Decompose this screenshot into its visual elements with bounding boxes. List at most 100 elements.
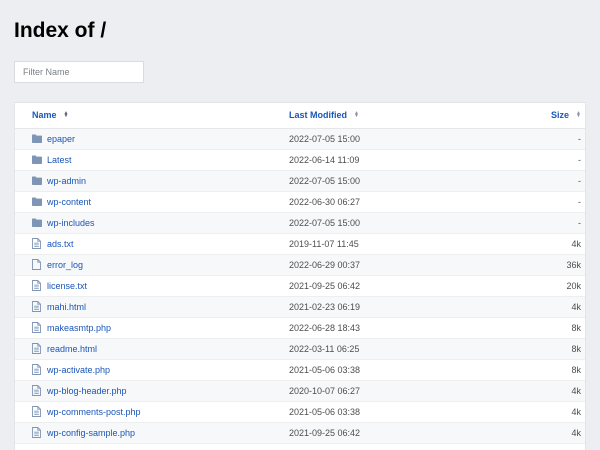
- text-file-icon: [32, 427, 42, 439]
- folder-icon: [32, 196, 42, 208]
- last-modified-cell: 2022-06-28 18:43: [289, 317, 529, 339]
- size-cell: 4k: [529, 380, 585, 402]
- size-cell: 8k: [529, 338, 585, 360]
- folder-link[interactable]: wp-admin: [47, 176, 86, 186]
- folder-icon: [32, 217, 42, 229]
- text-file-icon: [32, 343, 42, 355]
- name-cell: mahi.html: [15, 296, 289, 318]
- page: Index of / Name ▲▼ Last Modified ▲▼: [0, 0, 600, 450]
- size-cell: 4k: [529, 422, 585, 444]
- table-row: makeasmtp.php 2022-06-28 18:43 8k: [15, 317, 585, 339]
- file-link[interactable]: wp-blog-header.php: [47, 386, 127, 396]
- column-header-size[interactable]: Size ▲ ▼: [529, 103, 585, 129]
- text-file-icon: [32, 238, 42, 250]
- file-link[interactable]: wp-config-sample.php: [47, 428, 135, 438]
- size-cell: 20k: [529, 275, 585, 297]
- sort-icon: ▲ ▼: [576, 110, 581, 120]
- file-link[interactable]: ads.txt: [47, 239, 74, 249]
- name-cell: wp-includes: [15, 212, 289, 234]
- folder-link[interactable]: wp-content: [47, 197, 91, 207]
- size-cell: -: [529, 170, 585, 192]
- table-row: wp-comments-post.php 2021-05-06 03:38 4k: [15, 401, 585, 423]
- last-modified-cell: 2021-02-23 06:19: [289, 296, 529, 318]
- name-cell: epaper: [15, 128, 289, 150]
- column-header-last-modified[interactable]: Last Modified ▲ ▼: [289, 103, 529, 129]
- text-file-icon: [32, 322, 42, 334]
- column-header-name-label: Name: [32, 110, 57, 121]
- name-cell: license.txt: [15, 275, 289, 297]
- file-link[interactable]: readme.html: [47, 344, 97, 354]
- page-title: Index of /: [14, 19, 107, 42]
- folder-link[interactable]: Latest: [47, 155, 72, 165]
- table-row: wp-content 2022-06-30 06:27-: [15, 191, 585, 213]
- column-header-name[interactable]: Name ▲ ▼: [15, 103, 289, 129]
- folder-icon: [32, 133, 42, 145]
- size-cell: 4k: [529, 296, 585, 318]
- table-row: Latest 2022-06-14 11:09-: [15, 149, 585, 171]
- folder-link[interactable]: epaper: [47, 134, 75, 144]
- size-cell: 8k: [529, 359, 585, 381]
- text-file-icon: [32, 385, 42, 397]
- table-row: error_log 2022-06-29 00:37 36k: [15, 254, 585, 276]
- last-modified-cell: 2022-06-29 00:37: [289, 254, 529, 276]
- table-row: wp-blog-header.php 2020-10-07 06:27 4k: [15, 380, 585, 402]
- file-link[interactable]: mahi.html: [47, 302, 86, 312]
- name-cell: ads.txt: [15, 233, 289, 255]
- last-modified-cell: 2022-06-30 06:27: [289, 191, 529, 213]
- text-file-icon: [32, 406, 42, 418]
- file-icon: [32, 259, 42, 271]
- last-modified-cell: 2022-07-05 15:00: [289, 170, 529, 192]
- table-row: wp-config-sample.php 2021-09-25 06:42 4k: [15, 422, 585, 444]
- sort-icon: ▲ ▼: [63, 110, 69, 120]
- last-modified-cell: 2020-10-07 06:27: [289, 380, 529, 402]
- size-cell: -: [529, 128, 585, 150]
- text-file-icon: [32, 364, 42, 376]
- last-modified-cell: 2022-03-11 06:25: [289, 338, 529, 360]
- file-link[interactable]: makeasmtp.php: [47, 323, 111, 333]
- name-cell: makeasmtp.php: [15, 317, 289, 339]
- sort-icon: ▲ ▼: [354, 110, 359, 120]
- last-modified-cell: 2022-07-05 15:00: [289, 212, 529, 234]
- file-link[interactable]: error_log: [47, 260, 83, 270]
- last-modified-cell: 2022-06-14 11:09: [289, 149, 529, 171]
- size-cell: 4k: [529, 401, 585, 423]
- filter-name-input[interactable]: [14, 61, 144, 83]
- column-header-size-label: Size: [551, 110, 570, 121]
- name-cell: error_log: [15, 254, 289, 276]
- size-cell: -: [529, 191, 585, 213]
- name-cell: Latest: [15, 149, 289, 171]
- table-row: mahi.html 2021-02-23 06:19 4k: [15, 296, 585, 318]
- folder-link[interactable]: wp-includes: [47, 218, 95, 228]
- table-row: wp-includes 2022-07-05 15:00-: [15, 212, 585, 234]
- table-row: readme.html 2022-03-11 06:25 8k: [15, 338, 585, 360]
- last-modified-cell: 2019-11-07 11:45: [289, 233, 529, 255]
- last-modified-cell: 2022-07-05 15:00: [289, 128, 529, 150]
- table-row: ads.txt 2019-11-07 11:45 4k: [15, 233, 585, 255]
- size-cell: 36k: [529, 254, 585, 276]
- table-row: license.txt 2021-09-25 06:42 20k: [15, 275, 585, 297]
- size-cell: -: [529, 212, 585, 234]
- name-cell: wp-blog-header.php: [15, 380, 289, 402]
- name-cell: wp-config-sample.php: [15, 422, 289, 444]
- name-cell: wp-admin: [15, 170, 289, 192]
- name-cell: wp-content: [15, 191, 289, 213]
- last-modified-cell: 2021-09-25 06:42: [289, 275, 529, 297]
- last-modified-cell: 2021-09-25 06:42: [289, 422, 529, 444]
- size-cell: 8k: [529, 317, 585, 339]
- name-cell: readme.html: [15, 338, 289, 360]
- column-header-last-modified-label: Last Modified: [289, 110, 347, 121]
- last-modified-cell: 2021-05-06 03:38: [289, 359, 529, 381]
- text-file-icon: [32, 301, 42, 313]
- last-modified-cell: 2021-05-06 03:38: [289, 401, 529, 423]
- table-row: wp-admin 2022-07-05 15:00-: [15, 170, 585, 192]
- table-header-row: Name ▲ ▼ Last Modified ▲ ▼ Size ▲ ▼: [15, 103, 585, 129]
- file-link[interactable]: wp-comments-post.php: [47, 407, 141, 417]
- name-cell: wp-activate.php: [15, 359, 289, 381]
- file-link[interactable]: license.txt: [47, 281, 87, 291]
- file-table: Name ▲ ▼ Last Modified ▲ ▼ Size ▲ ▼ epap…: [15, 103, 585, 444]
- size-cell: 4k: [529, 233, 585, 255]
- file-link[interactable]: wp-activate.php: [47, 365, 110, 375]
- table-body: epaper 2022-07-05 15:00- Latest 2022-06-14 …: [15, 128, 585, 444]
- name-cell: wp-comments-post.php: [15, 401, 289, 423]
- table-row: epaper 2022-07-05 15:00-: [15, 128, 585, 150]
